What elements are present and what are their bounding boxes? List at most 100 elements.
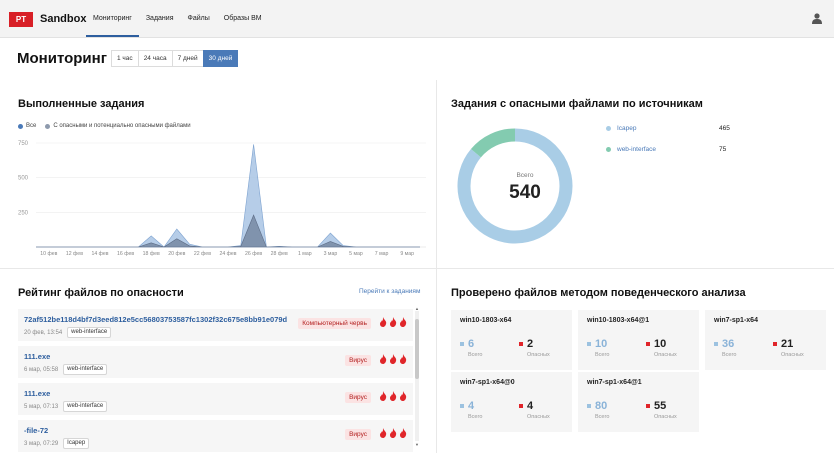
rating-title: Рейтинг файлов по опасности: [18, 287, 184, 299]
page-title: Мониторинг: [17, 50, 107, 67]
x-tick-label: 10 фев: [40, 251, 57, 257]
file-row[interactable]: 111.exe 5 мар, 07:13 web-interface Вирус: [18, 383, 413, 415]
total-marker-icon: [460, 342, 464, 346]
pt-logo[interactable]: PT: [9, 12, 33, 27]
x-tick-label: 7 мар: [375, 251, 389, 257]
flame-icon: [390, 317, 397, 327]
flame-icon: [380, 391, 387, 401]
vm-danger-label: Опасных: [527, 414, 550, 420]
nav-item-monitoring[interactable]: Мониторинг: [86, 0, 139, 37]
vm-total-label: Всего: [595, 414, 610, 420]
legend-item-dangerous[interactable]: С опасными и потенциально опасными файла…: [45, 123, 191, 129]
x-tick-label: 9 мар: [400, 251, 414, 257]
scroll-up-arrow-icon[interactable]: ▲: [415, 306, 419, 311]
x-tick-label: 20 фев: [168, 251, 185, 257]
vm-danger-count: 2: [527, 338, 534, 350]
x-tick-label: 12 фев: [66, 251, 83, 257]
danger-marker-icon: [646, 342, 650, 346]
x-tick-label: 16 фев: [117, 251, 134, 257]
vm-total-label: Всего: [468, 352, 483, 358]
tasks-chart-title: Выполненные задания: [18, 98, 145, 110]
flame-icon: [390, 428, 397, 438]
source-dot-icapep: [606, 126, 611, 131]
legend-label-dangerous: С опасными и потенциально опасными файла…: [53, 123, 191, 129]
nav-item-files[interactable]: Файлы: [181, 0, 217, 38]
vm-name: win7-sp1-x64@1: [587, 379, 642, 386]
danger-level: [377, 428, 407, 438]
source-count-icapep: 465: [719, 125, 730, 132]
nav-item-vm-images[interactable]: Образы ВМ: [217, 0, 269, 38]
x-tick-label: 28 фев: [271, 251, 288, 257]
scroll-down-arrow-icon[interactable]: ▼: [415, 442, 419, 447]
vm-total-label: Всего: [722, 352, 737, 358]
danger-level: [377, 354, 407, 364]
vm-card[interactable]: win7-sp1-x64 36 Всего 21 Опасных: [705, 310, 826, 370]
source-item-web-interface[interactable]: web-interface 75: [606, 146, 736, 153]
scrollbar-thumb[interactable]: [415, 319, 419, 379]
series-area-all: [36, 144, 420, 248]
vm-danger-label: Опасных: [654, 352, 677, 358]
threat-badge: Компьютерный червь: [298, 318, 371, 329]
file-row[interactable]: -file-72 3 мар, 07:29 Icapep Вирус: [18, 420, 413, 452]
x-tick-label: 1 мар: [298, 251, 312, 257]
threat-badge: Вирус: [345, 355, 371, 366]
danger-marker-icon: [519, 342, 523, 346]
section-divider-horizontal: [0, 268, 834, 269]
flame-icon: [400, 317, 407, 327]
vm-card[interactable]: win7-sp1-x64@0 4 Всего 4 Опасных: [451, 372, 572, 432]
file-date: 20 фев, 13:54: [24, 329, 63, 336]
flame-icon: [390, 354, 397, 364]
x-tick-label: 18 фев: [143, 251, 160, 257]
file-row[interactable]: 111.exe 6 мар, 05:58 web-interface Вирус: [18, 346, 413, 378]
period-24h[interactable]: 24 часа: [137, 50, 173, 67]
source-name-web-interface: web-interface: [617, 146, 657, 153]
period-selector: 1 час 24 часа 7 дней 30 дней: [111, 50, 239, 67]
app-name[interactable]: Sandbox: [40, 12, 86, 27]
threat-badge: Вирус: [345, 392, 371, 403]
legend-item-all[interactable]: Все: [18, 123, 36, 129]
x-tick-label: 14 фев: [91, 251, 108, 257]
vm-total-label: Всего: [595, 352, 610, 358]
vm-card[interactable]: win7-sp1-x64@1 80 Всего 55 Опасных: [578, 372, 699, 432]
danger-level: [377, 391, 407, 401]
legend-label-all: Все: [26, 123, 37, 129]
vm-card[interactable]: win10-1803-x64 6 Всего 2 Опасных: [451, 310, 572, 370]
vm-total-count: 10: [595, 338, 608, 350]
user-icon[interactable]: [812, 13, 822, 24]
file-list-scrollbar[interactable]: [415, 311, 419, 441]
vm-danger-label: Опасных: [527, 352, 550, 358]
x-tick-label: 22 фев: [194, 251, 211, 257]
vm-danger-count: 55: [654, 400, 667, 412]
flame-icon: [400, 354, 407, 364]
period-1h[interactable]: 1 час: [111, 50, 139, 67]
goto-tasks-link[interactable]: Перейти к заданиям: [359, 288, 420, 295]
danger-marker-icon: [646, 404, 650, 408]
total-marker-icon: [714, 342, 718, 346]
total-marker-icon: [460, 404, 464, 408]
file-source-tag: web-interface: [63, 364, 108, 375]
flame-icon: [380, 317, 387, 327]
sources-title: Задания с опасными файлами по источникам: [451, 98, 703, 110]
vm-name: win10-1803-x64: [460, 317, 512, 324]
legend-dot-dangerous: [45, 123, 51, 129]
main-nav: Мониторинг Задания Файлы Образы ВМ: [86, 0, 269, 38]
x-tick-label: 5 мар: [349, 251, 363, 257]
flame-icon: [390, 391, 397, 401]
y-tick-label: 250: [18, 210, 29, 216]
period-7d[interactable]: 7 дней: [171, 50, 204, 67]
danger-level: [377, 317, 407, 327]
vm-total-count: 6: [468, 338, 475, 350]
tasks-chart-legend: Все С опасными и потенциально опасными ф…: [18, 123, 200, 129]
x-tick-label: 3 мар: [324, 251, 338, 257]
file-rating-list: 72af512be118d4bf7d3eed812e5cc56803753587…: [18, 309, 413, 453]
vm-total-count: 80: [595, 400, 608, 412]
file-row[interactable]: 72af512be118d4bf7d3eed812e5cc56803753587…: [18, 309, 413, 341]
period-30d[interactable]: 30 дней: [202, 50, 239, 67]
vm-card[interactable]: win10-1803-x64@1 10 Всего 10 Опасных: [578, 310, 699, 370]
source-item-icapep[interactable]: Icapep 465: [606, 125, 736, 132]
vm-total-label: Всего: [468, 414, 483, 420]
source-name-icapep: Icapep: [617, 125, 637, 132]
tasks-chart: 250 500 750 10 фев 12 фев 14 фев 16 фев 18 фев 2…: [18, 141, 426, 257]
nav-item-tasks[interactable]: Задания: [139, 0, 181, 38]
y-tick-label: 500: [18, 176, 29, 182]
